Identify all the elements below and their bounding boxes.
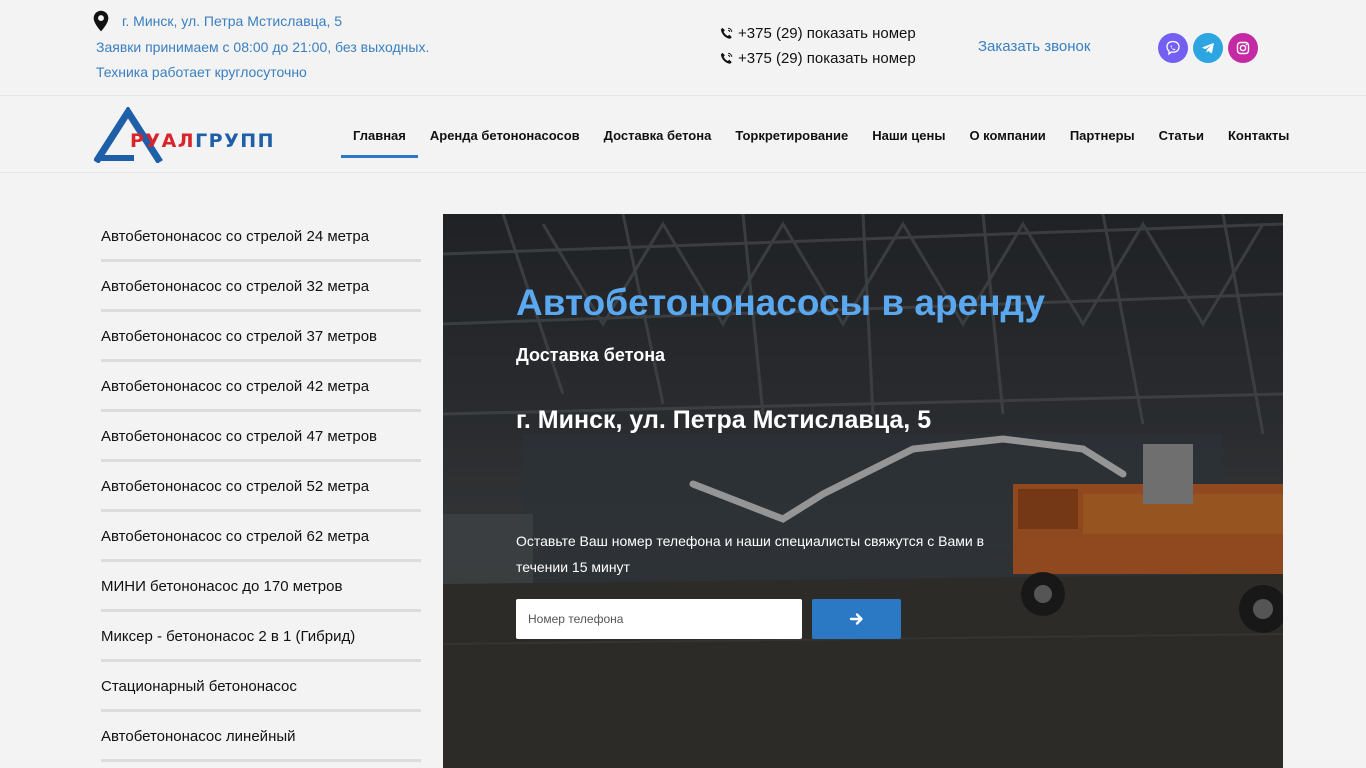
nav-item-contacts[interactable]: Контакты xyxy=(1216,97,1301,173)
works-around-clock: Техника работает круглосуточно xyxy=(96,64,307,80)
nav-item-partners[interactable]: Партнеры xyxy=(1058,97,1147,173)
nav-item-articles[interactable]: Статьи xyxy=(1147,97,1216,173)
arrow-right-icon xyxy=(849,613,863,625)
instagram-button[interactable] xyxy=(1228,33,1258,63)
sidebar-item[interactable]: Стационарный бетононасос xyxy=(101,662,421,712)
sidebar-item[interactable]: Автобетононасос линейный xyxy=(101,712,421,762)
address-text: г. Минск, ул. Петра Мстиславца, 5 xyxy=(122,13,343,29)
nav-item-shotcrete[interactable]: Торкретирование xyxy=(723,97,860,173)
phone-1[interactable]: +375 (29) показать номер xyxy=(720,25,916,42)
sidebar-menu: Автобетононасос со стрелой 24 метра Авто… xyxy=(101,212,421,762)
logo-text: РУАЛГРУПП xyxy=(130,130,275,152)
hero-callback-text: Оставьте Ваш номер телефона и наши специ… xyxy=(516,533,985,575)
logo-text-part1: РУАЛ xyxy=(130,130,196,152)
viber-button[interactable] xyxy=(1158,33,1188,63)
sidebar-item[interactable]: Автобетононасос со стрелой 24 метра xyxy=(101,212,421,262)
telegram-icon xyxy=(1202,43,1214,54)
phone-icon xyxy=(720,27,733,39)
sidebar-item[interactable]: Автобетононасос со стрелой 52 метра xyxy=(101,462,421,512)
sidebar-item[interactable]: Автобетононасос со стрелой 37 метров xyxy=(101,312,421,362)
sidebar-item[interactable]: Миксер - бетононасос 2 в 1 (Гибрид) xyxy=(101,612,421,662)
top-bar: г. Минск, ул. Петра Мстиславца, 5 Заявки… xyxy=(0,0,1366,96)
viber-icon xyxy=(1166,40,1180,56)
working-hours: Заявки принимаем с 08:00 до 21:00, без в… xyxy=(96,39,430,55)
address-block: г. Минск, ул. Петра Мстиславца, 5 xyxy=(92,10,342,32)
sidebar-item[interactable]: Автобетононасос со стрелой 42 метра xyxy=(101,362,421,412)
nav-item-prices[interactable]: Наши цены xyxy=(860,97,957,173)
hero-banner: Автобетононасосы в аренду Доставка бетон… xyxy=(443,214,1283,768)
hero-address: г. Минск, ул. Петра Мстиславца, 5 xyxy=(516,406,932,434)
hero-title: Автобетононасосы в аренду xyxy=(516,282,1046,323)
header: РУАЛГРУПП Главная Аренда бетононасосов Д… xyxy=(0,97,1366,173)
phone-number-input[interactable] xyxy=(516,599,802,639)
instagram-icon xyxy=(1236,41,1250,55)
nav-item-concrete-delivery[interactable]: Доставка бетона xyxy=(592,97,724,173)
sidebar-item[interactable]: МИНИ бетононасос до 170 метров xyxy=(101,562,421,612)
nav-item-pump-rental[interactable]: Аренда бетононасосов xyxy=(418,97,592,173)
submit-phone-button[interactable] xyxy=(812,599,901,639)
sidebar-item[interactable]: Автобетононасос со стрелой 62 метра xyxy=(101,512,421,562)
phone-2[interactable]: +375 (29) показать номер xyxy=(720,50,916,67)
nav-item-home[interactable]: Главная xyxy=(341,97,418,173)
sidebar-item[interactable]: Автобетононасос со стрелой 32 метра xyxy=(101,262,421,312)
phone-2-text[interactable]: +375 (29) показать номер xyxy=(738,50,916,67)
map-pin-icon xyxy=(93,10,109,32)
phone-1-text[interactable]: +375 (29) показать номер xyxy=(738,25,916,42)
hero-subtitle: Доставка бетона xyxy=(516,345,666,365)
phone-icon xyxy=(720,52,733,64)
main-nav: Главная Аренда бетононасосов Доставка бе… xyxy=(341,97,1301,173)
order-call-link[interactable]: Заказать звонок xyxy=(978,38,1090,55)
sidebar-item[interactable]: Автобетононасос со стрелой 47 метров xyxy=(101,412,421,462)
logo-text-part2: ГРУПП xyxy=(195,130,276,152)
telegram-button[interactable] xyxy=(1193,33,1223,63)
nav-item-about[interactable]: О компании xyxy=(957,97,1057,173)
